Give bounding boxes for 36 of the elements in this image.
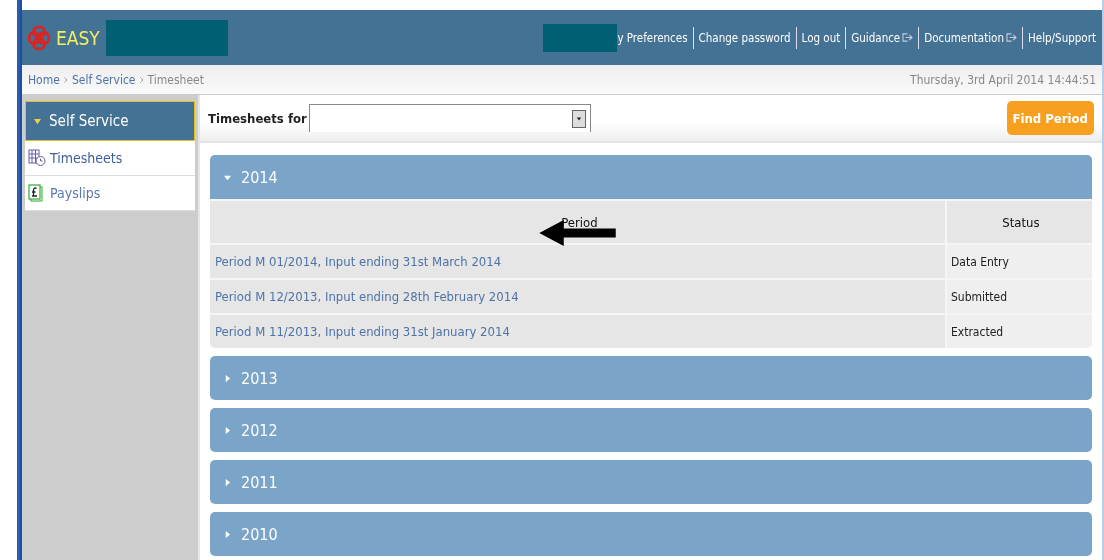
dropdown-arrow-icon	[575, 115, 582, 122]
header-link[interactable]: Log out	[801, 30, 841, 45]
header-link[interactable]: y Preferences	[617, 30, 688, 45]
year-header[interactable]: 2012	[210, 408, 1092, 452]
breadcrumb-link[interactable]: Home	[28, 72, 60, 87]
header-link[interactable]: Documentation	[924, 30, 1017, 45]
status-cell: Extracted	[946, 314, 1092, 348]
header-link[interactable]: Help/Support	[1028, 30, 1096, 45]
external-link-icon	[1006, 33, 1017, 42]
sidebar-item[interactable]: Payslips	[25, 176, 195, 211]
calendar-clock-icon	[28, 149, 46, 167]
breadcrumb-link[interactable]: Self Service	[71, 72, 136, 87]
chevron-icon	[139, 76, 144, 83]
filter-label: Timesheets for	[208, 110, 307, 126]
period-link[interactable]: Period M 11/2013, Input ending 31st January 2014	[215, 324, 510, 339]
sidebar-header[interactable]: Self Service	[25, 101, 195, 141]
logo-text: EASY	[56, 26, 100, 49]
status-cell: Submitted	[946, 279, 1092, 314]
year-header[interactable]: 2011	[210, 460, 1092, 504]
year-header[interactable]: 2014	[210, 155, 1092, 199]
employee-select[interactable]	[308, 104, 591, 132]
chevron-icon	[63, 76, 68, 83]
header-link[interactable]: Guidance	[851, 30, 914, 45]
status-cell: Data Entry	[946, 244, 1092, 279]
period-link[interactable]: Period M 12/2013, Input ending 28th February 2014	[215, 289, 519, 304]
breadcrumb-current: Timesheet	[147, 72, 204, 87]
header-link[interactable]: Change password	[698, 30, 791, 45]
year-header[interactable]: 2013	[210, 356, 1092, 400]
caret-icon	[34, 117, 41, 125]
date-time: Thursday, 3rd April 2014 14:44:51	[910, 72, 1096, 87]
payslip-icon	[28, 184, 46, 202]
external-link-icon	[902, 33, 914, 42]
logo-icon	[26, 24, 52, 51]
sidebar-item[interactable]: Timesheets	[25, 141, 195, 176]
period-link[interactable]: Period M 01/2014, Input ending 31st March 2014	[215, 254, 502, 269]
year-header[interactable]: 2010	[210, 512, 1092, 556]
